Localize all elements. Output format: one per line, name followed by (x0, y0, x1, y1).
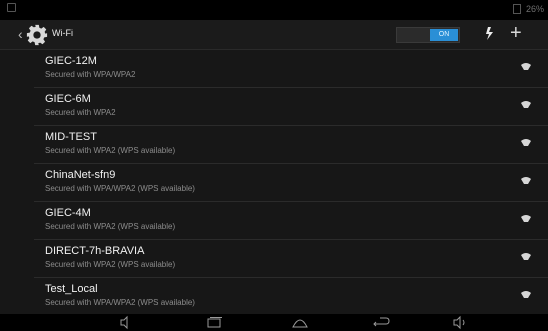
network-security: Secured with WPA/WPA2 (WPS available) (45, 184, 195, 193)
wifi-signal-icon (521, 291, 531, 298)
add-icon[interactable]: + (510, 22, 522, 45)
network-security: Secured with WPA2 (45, 108, 116, 117)
list-item[interactable]: DIRECT-7h-BRAVIA Secured with WPA2 (WPS … (34, 240, 548, 278)
home-icon[interactable] (286, 315, 314, 330)
network-security: Secured with WPA/WPA2 (45, 70, 136, 79)
list-item[interactable]: Test_Local Secured with WPA/WPA2 (WPS av… (34, 278, 548, 315)
gear-icon[interactable] (26, 24, 48, 46)
notification-icon (7, 3, 16, 12)
list-item[interactable]: GIEC-12M Secured with WPA/WPA2 (34, 50, 548, 88)
wifi-toggle-on-label: ON (430, 29, 458, 41)
signal-status-icon (512, 4, 521, 14)
network-name: GIEC-4M (45, 207, 91, 219)
wifi-signal-icon (521, 63, 531, 70)
action-bar: ‹ Wi-Fi ON + (0, 20, 548, 50)
wifi-signal-icon (521, 177, 531, 184)
status-bar: 26% (0, 0, 548, 20)
list-item[interactable]: GIEC-4M Secured with WPA2 (WPS available… (34, 202, 548, 240)
wifi-signal-icon (521, 139, 531, 146)
network-security: Secured with WPA2 (WPS available) (45, 222, 176, 231)
wifi-signal-icon (521, 101, 531, 108)
volume-down-icon[interactable] (112, 315, 140, 330)
list-item[interactable]: ChinaNet-sfn9 Secured with WPA/WPA2 (WPS… (34, 164, 548, 202)
list-item[interactable]: MID-TEST Secured with WPA2 (WPS availabl… (34, 126, 548, 164)
status-indicators: 26% (512, 4, 544, 14)
battery-percentage: 26% (525, 4, 544, 14)
network-security: Secured with WPA2 (WPS available) (45, 260, 176, 269)
network-name: MID-TEST (45, 131, 97, 143)
volume-up-icon[interactable] (446, 315, 474, 330)
wifi-network-list: GIEC-12M Secured with WPA/WPA2 GIEC-6M S… (0, 50, 548, 314)
scan-icon[interactable] (483, 26, 497, 41)
wifi-signal-icon (521, 215, 531, 222)
wifi-signal-icon (521, 253, 531, 260)
list-item[interactable]: GIEC-6M Secured with WPA2 (34, 88, 548, 126)
network-security: Secured with WPA/WPA2 (WPS available) (45, 298, 195, 307)
network-name: GIEC-12M (45, 55, 97, 67)
recents-icon[interactable] (200, 315, 228, 330)
network-security: Secured with WPA2 (WPS available) (45, 146, 176, 155)
wifi-toggle[interactable]: ON (396, 27, 460, 43)
network-name: Test_Local (45, 283, 98, 295)
back-icon[interactable] (366, 315, 394, 330)
page-title: Wi-Fi (52, 28, 73, 38)
back-chevron-icon[interactable]: ‹ (18, 26, 23, 42)
network-name: DIRECT-7h-BRAVIA (45, 245, 145, 257)
network-name: GIEC-6M (45, 93, 91, 105)
network-name: ChinaNet-sfn9 (45, 169, 116, 181)
navigation-bar (0, 314, 548, 331)
screen: 26% ‹ Wi-Fi ON + GIEC-12M Secured with W… (0, 0, 548, 331)
